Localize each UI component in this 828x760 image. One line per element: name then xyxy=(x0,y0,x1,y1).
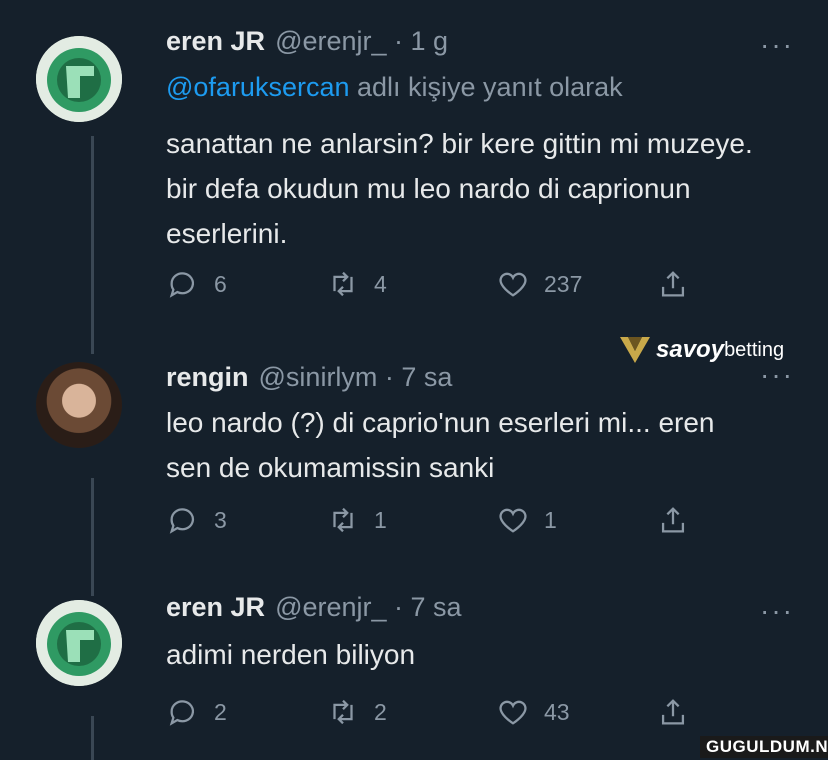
retweet-count: 4 xyxy=(374,270,387,297)
reply-icon xyxy=(169,700,195,726)
tweet-header: eren JR @erenjr_ · 7 sa xyxy=(166,592,462,623)
more-icon[interactable]: ··· xyxy=(760,31,794,59)
watermark: GUGULDUM.NET xyxy=(700,736,828,758)
reply-count: 3 xyxy=(214,506,227,533)
like-count: 237 xyxy=(544,270,583,297)
more-icon[interactable]: ··· xyxy=(760,597,794,625)
like-icon xyxy=(499,508,527,533)
retweet-button[interactable]: 2 xyxy=(326,692,387,732)
reply-button[interactable]: 6 xyxy=(166,264,227,304)
reply-count: 2 xyxy=(214,698,227,725)
tweet-actions: 6 4 237 xyxy=(166,264,726,304)
mention-link[interactable]: @ofaruksercan xyxy=(166,72,350,102)
reply-context-text: adlı kişiye yanıt olarak xyxy=(349,72,623,102)
reply-icon xyxy=(169,508,195,534)
share-button[interactable] xyxy=(656,264,704,304)
share-button[interactable] xyxy=(656,500,704,540)
like-button[interactable]: 237 xyxy=(496,264,582,304)
retweet-icon xyxy=(333,699,353,725)
avatar[interactable] xyxy=(36,36,122,122)
retweet-icon xyxy=(333,271,353,297)
reply-count: 6 xyxy=(214,270,227,297)
tweet[interactable]: rengin @sinirlym · 7 sa ··· leo nardo (?)… xyxy=(0,340,828,570)
share-icon xyxy=(661,271,685,297)
retweet-button[interactable]: 1 xyxy=(326,500,387,540)
tweet-actions: 2 2 43 xyxy=(166,692,726,732)
like-count: 43 xyxy=(544,698,570,725)
reply-context: @ofaruksercan adlı kişiye yanıt olarak xyxy=(166,72,623,103)
more-icon[interactable]: ··· xyxy=(760,361,794,389)
like-button[interactable]: 1 xyxy=(496,500,557,540)
handle-time: @sinirlym · 7 sa xyxy=(258,362,453,392)
tweet-text: adimi nerden biliyon xyxy=(166,639,416,670)
tweet-header: eren JR @erenjr_ · 1 g xyxy=(166,26,448,57)
tweet[interactable]: eren JR @erenjr_ · 7 sa ··· adimi nerden … xyxy=(0,578,828,760)
retweet-count: 2 xyxy=(374,698,387,725)
retweet-count: 1 xyxy=(374,506,387,533)
like-icon xyxy=(499,700,527,725)
share-button[interactable] xyxy=(656,692,704,732)
share-icon xyxy=(661,507,685,533)
avatar[interactable] xyxy=(36,600,122,686)
like-icon xyxy=(499,272,527,297)
avatar-logo-icon xyxy=(36,600,122,686)
display-name[interactable]: rengin xyxy=(166,362,249,392)
handle-time: @erenjr_ · 1 g xyxy=(275,26,449,56)
tweet[interactable]: eren JR @erenjr_ · 1 g ··· @ofaruksercan … xyxy=(0,0,828,320)
avatar-logo-icon xyxy=(36,36,122,122)
reply-button[interactable]: 3 xyxy=(166,500,227,540)
reply-button[interactable]: 2 xyxy=(166,692,227,732)
share-icon xyxy=(661,699,685,725)
handle-time: @erenjr_ · 7 sa xyxy=(275,592,462,622)
tweet-actions: 3 1 1 xyxy=(166,500,726,540)
display-name[interactable]: eren JR xyxy=(166,592,265,622)
retweet-icon xyxy=(333,507,353,533)
avatar[interactable] xyxy=(36,362,122,448)
display-name[interactable]: eren JR xyxy=(166,26,265,56)
tweet-text: sanattan ne anlarsin? bir kere gittin mi… xyxy=(166,128,753,249)
tweet-header: rengin @sinirlym · 7 sa xyxy=(166,362,452,393)
like-button[interactable]: 43 xyxy=(496,692,570,732)
retweet-button[interactable]: 4 xyxy=(326,264,387,304)
like-count: 1 xyxy=(544,506,557,533)
reply-icon xyxy=(169,272,195,298)
tweet-text: leo nardo (?) di caprio'nun eserleri mi.… xyxy=(166,407,715,483)
